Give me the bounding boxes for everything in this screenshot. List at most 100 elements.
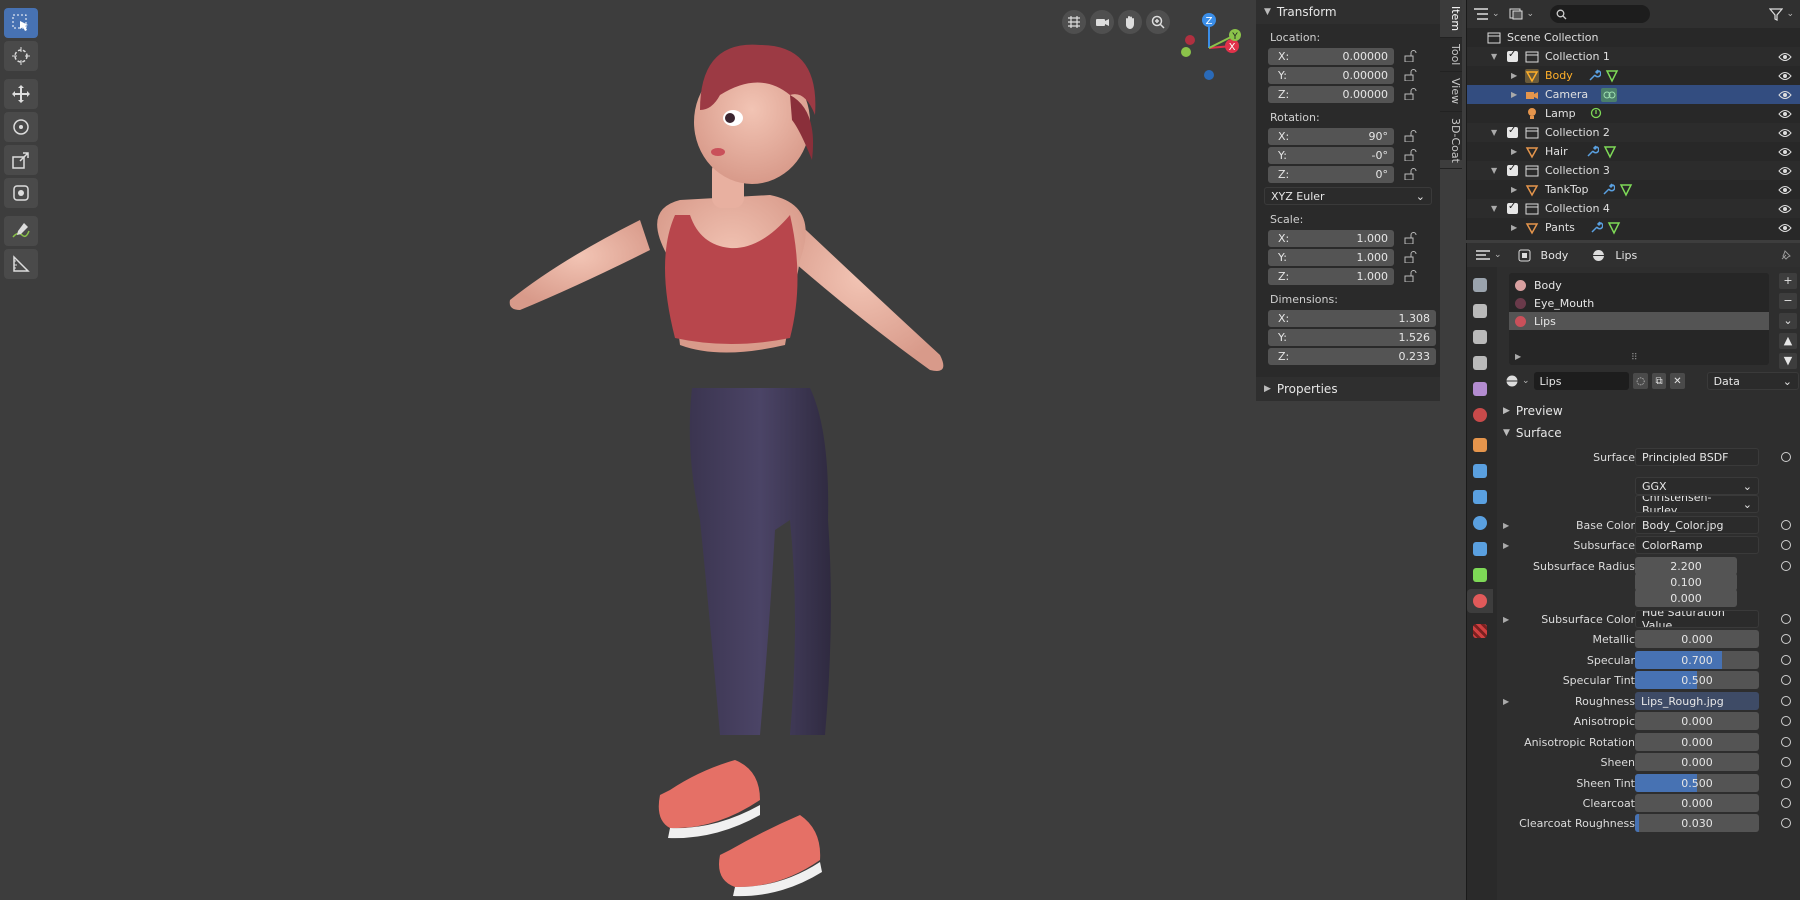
rotation-mode-select[interactable]: XYZ Euler ⌄ [1264, 187, 1432, 205]
move-down-icon[interactable]: ▼ [1779, 353, 1797, 369]
expand-down-icon[interactable]: ▼ [1491, 166, 1497, 175]
move-up-icon[interactable]: ▲ [1779, 333, 1797, 349]
dimensions-x-field[interactable]: X: 1.308 [1268, 309, 1436, 327]
editor-type-button[interactable]: ⌄ [1473, 4, 1500, 24]
property-value-field[interactable]: 0.000 [1635, 794, 1759, 812]
location-y-field[interactable]: Y: 0.00000 [1268, 66, 1394, 84]
material-slot-body[interactable]: Body [1509, 276, 1769, 294]
scale-x-field[interactable]: X: 1.000 [1268, 229, 1394, 247]
unlock-icon[interactable] [1404, 270, 1418, 282]
tab-render[interactable] [1467, 299, 1493, 323]
surface-panel-header[interactable]: ▼ Surface [1497, 423, 1800, 443]
outliner-row-tanktop[interactable]: ▶ TankTop [1467, 180, 1800, 199]
slot-specials-button[interactable]: ⌄ [1779, 313, 1797, 329]
tab-3d-coat[interactable]: 3D-Coat [1440, 112, 1462, 170]
outliner-row-pants[interactable]: ▶ Pants [1467, 218, 1800, 237]
location-z-field[interactable]: Z: 0.00000 [1268, 85, 1394, 103]
eye-icon[interactable] [1778, 109, 1792, 119]
move-icon[interactable] [4, 79, 38, 109]
tab-output[interactable] [1467, 325, 1493, 349]
transform-icon[interactable] [4, 178, 38, 208]
mesh-data-icon[interactable] [1603, 145, 1617, 159]
eye-icon[interactable] [1778, 90, 1792, 100]
exclude-checkbox[interactable] [1507, 163, 1518, 176]
exclude-checkbox[interactable] [1507, 125, 1518, 138]
outliner-search-input[interactable] [1550, 5, 1651, 23]
scale-y-field[interactable]: Y: 1.000 [1268, 248, 1394, 266]
property-value-field[interactable]: 0.500 [1635, 671, 1759, 689]
exclude-checkbox[interactable] [1507, 201, 1518, 214]
dimensions-y-field[interactable]: Y: 1.526 [1268, 328, 1436, 346]
rotation-z-field[interactable]: Z: 0° [1268, 165, 1394, 183]
property-value-field[interactable]: 0.500 [1635, 774, 1759, 792]
expand-right-icon[interactable]: ▶ [1511, 90, 1517, 99]
property-value-field[interactable]: 0.000 [1635, 630, 1759, 648]
property-value-field[interactable]: 0.030 [1635, 814, 1759, 832]
outliner-row-lamp[interactable]: Lamp [1467, 104, 1800, 123]
annotate-icon[interactable] [4, 216, 38, 246]
tab-world[interactable] [1467, 403, 1493, 427]
dimensions-z-field[interactable]: Z: 0.233 [1268, 347, 1436, 365]
unlock-icon[interactable] [1404, 88, 1418, 100]
select-box-icon[interactable] [4, 8, 38, 38]
rotation-x-field[interactable]: X: 90° [1268, 127, 1394, 145]
filter-button[interactable]: ⌄ [1769, 4, 1794, 24]
unlock-icon[interactable] [1404, 168, 1418, 180]
eye-icon[interactable] [1778, 52, 1792, 62]
exclude-checkbox[interactable] [1507, 49, 1518, 62]
unlock-icon[interactable] [1404, 69, 1418, 81]
node-socket-icon[interactable] [1781, 655, 1791, 665]
outliner-row-collection-4[interactable]: ▼ Collection 4 [1467, 199, 1800, 218]
unlock-icon[interactable] [1404, 149, 1418, 161]
eye-icon[interactable] [1778, 204, 1792, 214]
unlock-icon[interactable] [1404, 251, 1418, 263]
wrench-icon[interactable] [1601, 182, 1615, 197]
fake-user-shield-icon[interactable]: ◌ [1633, 373, 1648, 389]
property-value-field[interactable]: GGX ⌄ [1635, 477, 1759, 495]
expand-right-icon[interactable]: ▶ [1511, 185, 1517, 194]
light-data-icon[interactable] [1589, 107, 1603, 121]
browse-material-button[interactable]: ⌄ [1505, 371, 1530, 391]
node-socket-icon[interactable] [1781, 634, 1791, 644]
breadcrumb-object[interactable]: Body [1541, 249, 1569, 262]
property-value-field[interactable]: 0.700 [1635, 651, 1759, 669]
property-value-field[interactable]: 0.000 [1635, 733, 1759, 751]
editor-type-button[interactable]: ⌄ [1475, 245, 1502, 265]
tab-item[interactable]: Item [1440, 0, 1462, 39]
outliner-row-camera[interactable]: ▶ Camera [1467, 85, 1800, 104]
duplicate-icon[interactable]: ⧉ [1651, 373, 1667, 389]
property-value-field[interactable]: 0.000 [1635, 712, 1759, 730]
tab-physics[interactable] [1467, 511, 1493, 535]
node-socket-icon[interactable] [1781, 675, 1791, 685]
preview-panel-header[interactable]: ▶ Preview [1497, 401, 1800, 421]
mesh-data-icon[interactable] [1607, 221, 1621, 235]
camera-data-icon[interactable] [1601, 87, 1617, 102]
mesh-data-icon[interactable] [1619, 183, 1633, 197]
link-data-select[interactable]: Data ⌄ [1706, 372, 1800, 390]
property-value-field[interactable]: 0.000 [1635, 589, 1737, 607]
unlock-icon[interactable] [1404, 130, 1418, 142]
grid-view-icon[interactable] [1062, 10, 1086, 34]
tab-view[interactable]: View [1440, 72, 1462, 112]
wrench-icon[interactable] [1589, 220, 1603, 235]
rotate-icon[interactable] [4, 112, 38, 142]
node-socket-icon[interactable] [1781, 614, 1791, 624]
node-socket-icon[interactable] [1781, 757, 1791, 767]
tab-tool[interactable]: Tool [1440, 38, 1462, 73]
node-socket-icon[interactable] [1781, 737, 1791, 747]
breadcrumb-material[interactable]: Lips [1615, 249, 1637, 262]
tab-scene[interactable] [1467, 377, 1493, 401]
property-value-field[interactable]: Principled BSDF [1635, 448, 1759, 466]
scale-z-field[interactable]: Z: 1.000 [1268, 267, 1394, 285]
eye-icon[interactable] [1778, 147, 1792, 157]
eye-icon[interactable] [1778, 71, 1792, 81]
eye-icon[interactable] [1778, 166, 1792, 176]
tab-texture[interactable] [1467, 619, 1493, 643]
unlink-close-icon[interactable]: ✕ [1670, 373, 1685, 389]
tab-constraints[interactable] [1467, 537, 1493, 561]
add-slot-button[interactable]: + [1779, 273, 1797, 289]
resize-grip-icon[interactable]: ⠿ [1631, 353, 1638, 363]
material-slot-lips[interactable]: Lips [1509, 312, 1769, 330]
property-value-field[interactable]: Body_Color.jpg [1635, 516, 1759, 534]
property-value-field[interactable]: Lips_Rough.jpg [1635, 692, 1759, 710]
